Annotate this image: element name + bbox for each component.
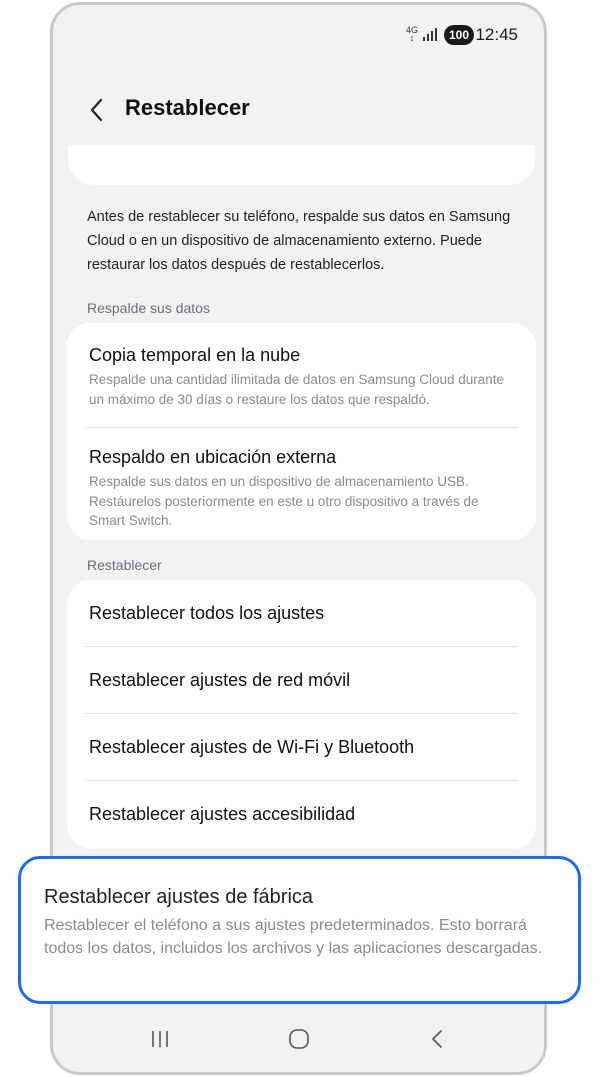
previous-card-bottom [68,145,535,185]
list-item-reset-all-settings[interactable]: Restablecer todos los ajustes [67,580,536,646]
back-chevron-icon[interactable] [85,95,109,125]
nav-back-icon[interactable] [417,1024,457,1054]
network-indicator: 4G ↕ [406,26,418,43]
list-item-cloud-backup[interactable]: Copia temporal en la nube Respalde una c… [67,323,536,427]
backup-card: Copia temporal en la nube Respalde una c… [67,323,536,540]
navigation-bar [53,1024,544,1054]
list-item-external-backup[interactable]: Respaldo en ubicación externa Respalde s… [67,428,536,549]
item-title: Copia temporal en la nube [89,345,301,365]
item-title: Restablecer todos los ajustes [89,603,325,623]
list-item-reset-mobile-network[interactable]: Restablecer ajustes de red móvil [67,647,536,713]
status-bar: 4G ↕ 100 12:45 [53,25,544,47]
factory-reset-item[interactable]: Restablecer ajustes de fábrica Restablec… [18,856,581,1004]
item-subtitle: Respalde sus datos en un dispositivo de … [89,474,479,528]
app-header: Restablecer [53,91,544,131]
signal-icon [423,28,437,41]
list-item-reset-wifi-bluetooth[interactable]: Restablecer ajustes de Wi-Fi y Bluetooth [67,714,536,780]
item-title: Restablecer ajustes de Wi-Fi y Bluetooth [89,737,415,757]
item-title: Respaldo en ubicación externa [89,447,337,467]
page-title: Restablecer [125,95,250,120]
reset-description: Antes de restablecer su teléfono, respal… [87,209,511,273]
factory-reset-subtitle: Restablecer el teléfono a sus ajustes pr… [44,917,543,957]
status-time: 12:45 [475,25,518,44]
reset-card: Restablecer todos los ajustes Restablece… [67,580,536,849]
recents-icon[interactable] [140,1024,180,1054]
item-title: Restablecer ajustes accesibilidad [89,804,356,824]
section-label-reset: Restablecer [87,557,162,573]
battery-icon: 100 [443,25,474,45]
item-title: Restablecer ajustes de red móvil [89,670,351,690]
data-arrows-icon: ↕ [409,33,415,43]
section-label-backup: Respalde sus datos [87,300,210,316]
home-icon[interactable] [279,1024,319,1054]
list-item-reset-accessibility[interactable]: Restablecer ajustes accesibilidad [67,781,536,847]
item-subtitle: Respalde una cantidad ilimitada de datos… [89,372,505,407]
factory-reset-title: Restablecer ajustes de fábrica [44,886,314,908]
